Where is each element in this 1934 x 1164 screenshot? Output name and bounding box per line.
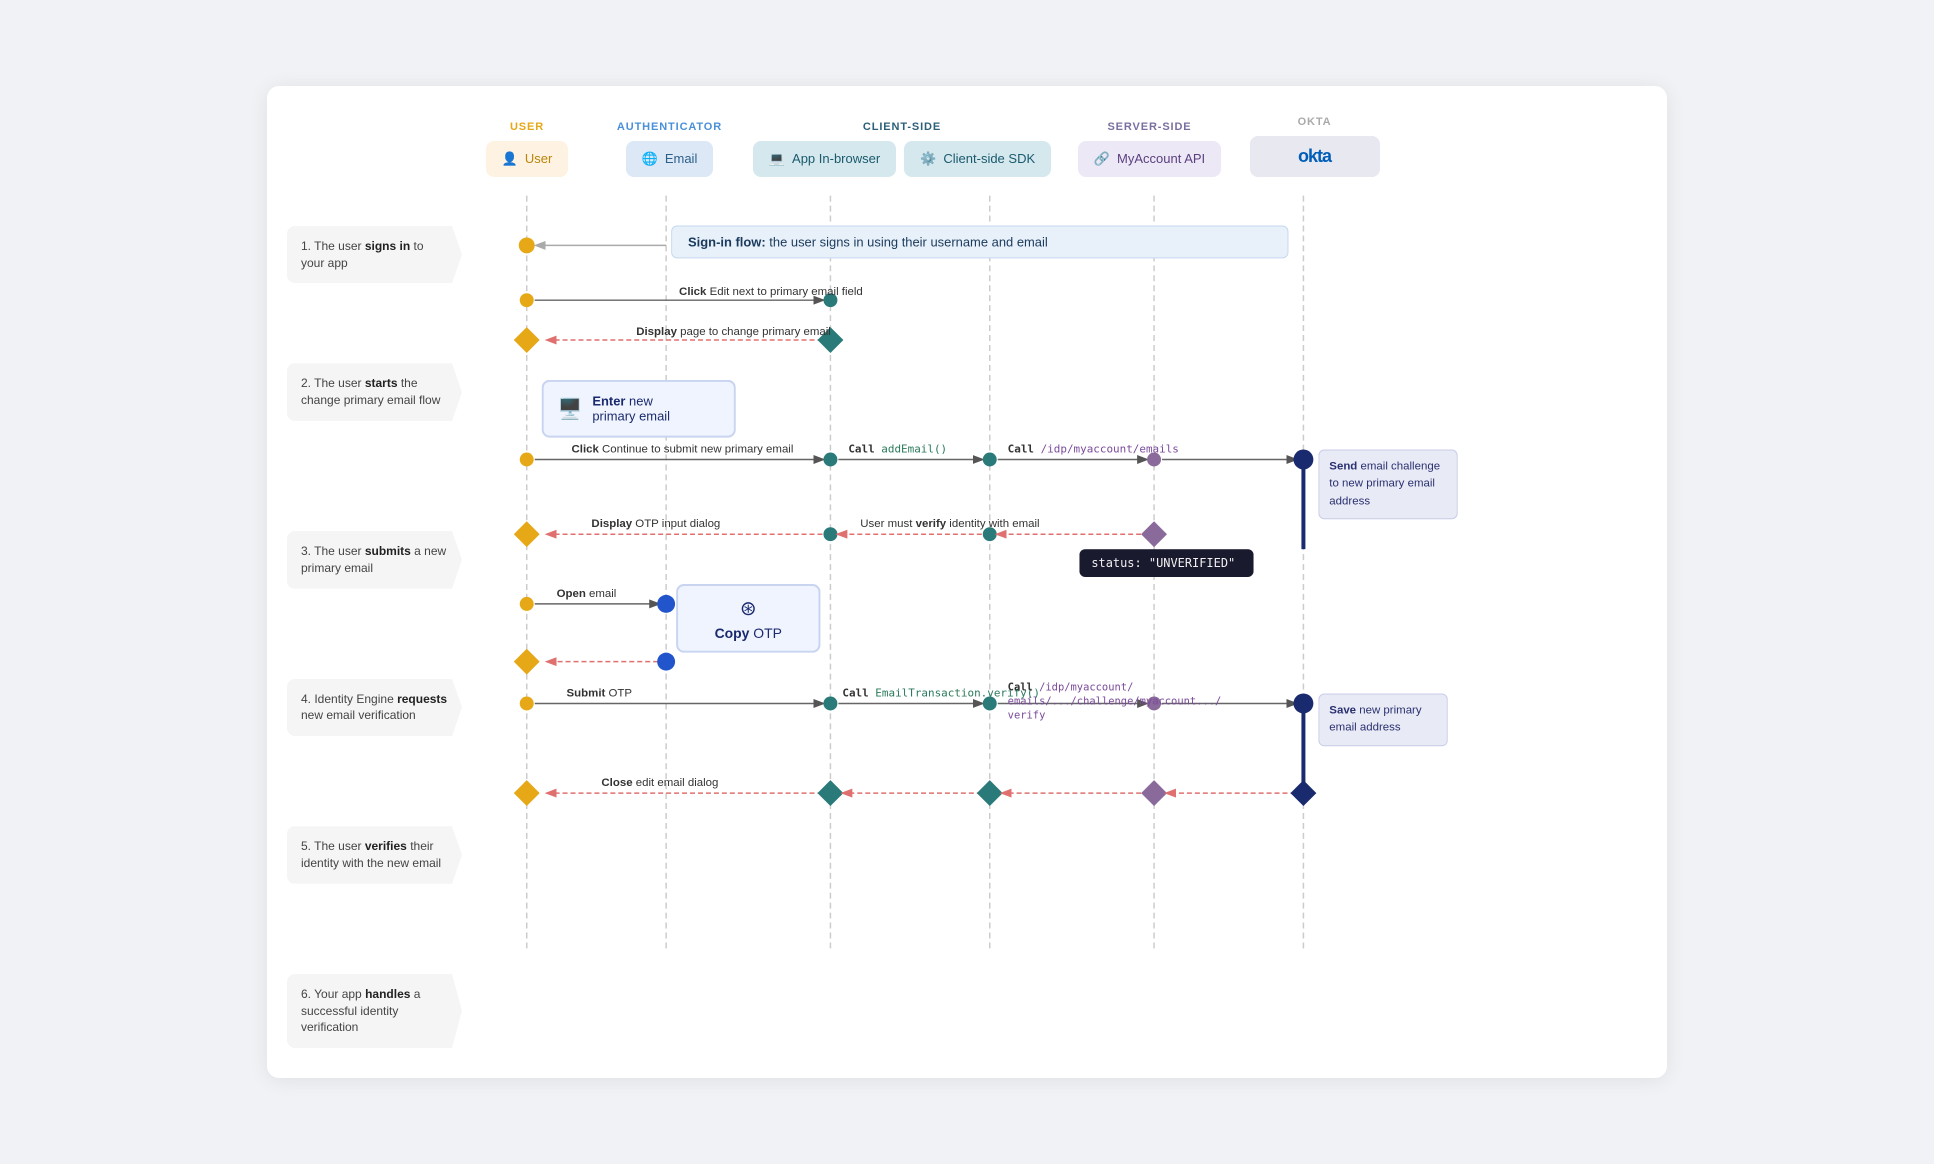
label-display-otp: Display OTP input dialog xyxy=(591,518,720,530)
sequence-diagram: Sign-in flow: the user signs in using th… xyxy=(462,189,1637,969)
col-box-user: 👤 User xyxy=(486,141,569,177)
label-challenge-verify-3: verify xyxy=(1008,709,1046,721)
label-addemail: Call addEmail() xyxy=(848,442,947,455)
api-icon: 🔗 xyxy=(1094,151,1110,167)
col-box-client-sdk: ⚙️ Client-side SDK xyxy=(904,141,1051,177)
label-open-email: Open email xyxy=(557,588,617,600)
label-challenge-verify-2: emails/.../challenge/myaccount.../ xyxy=(1008,695,1222,707)
col-box-okta: okta xyxy=(1250,136,1380,177)
node-sdk-4 xyxy=(983,452,997,466)
col-label-client: CLIENT-SIDE xyxy=(863,121,941,133)
diagram-main: USER 👤 User AUTHENTICATOR 🌐 Email CLIENT… xyxy=(462,116,1637,1048)
col-label-okta: OKTA xyxy=(1298,116,1332,128)
label-verify-identity: User must verify identity with email xyxy=(860,518,1039,530)
steps-sidebar: 1. The user signs in to your app 2. The … xyxy=(287,116,462,1048)
diamond-user-5 xyxy=(514,521,540,547)
col-okta: OKTA okta xyxy=(1242,116,1387,177)
node-auth-6 xyxy=(657,595,675,613)
signin-flow-box: Sign-in flow: the user signs in using th… xyxy=(671,225,1288,265)
email-icon: 🌐 xyxy=(642,151,658,167)
col-server: SERVER-SIDE 🔗 MyAccount API xyxy=(1057,121,1242,177)
node-app-4 xyxy=(823,452,837,466)
send-email-box: Send email challenge to new primary emai… xyxy=(1318,449,1457,539)
browser-icon: 💻 xyxy=(769,151,785,167)
diagram-container: 1. The user signs in to your app 2. The … xyxy=(267,86,1667,1078)
status-badge: status: "UNVERIFIED" xyxy=(1079,549,1253,584)
step-3: 3. The user submits a new primary email xyxy=(287,531,462,589)
step-6: 6. Your app handles a successful identit… xyxy=(287,974,462,1048)
col-label-user: USER xyxy=(510,121,544,133)
diamond-app-8 xyxy=(817,780,843,806)
col-box-client: 💻 App In-browser xyxy=(753,141,896,177)
user-icon: 👤 xyxy=(502,151,518,167)
diamond-okta-8 xyxy=(1290,780,1316,806)
diamond-sdk-8 xyxy=(977,780,1003,806)
node-user-1 xyxy=(519,237,535,253)
diamond-user-copy xyxy=(514,649,540,675)
node-auth-copy xyxy=(657,652,675,670)
label-display-page: Display page to change primary email xyxy=(636,326,831,338)
diamond-user-3 xyxy=(514,327,540,353)
col-label-auth: AUTHENTICATOR xyxy=(617,121,722,133)
label-close-dialog: Close edit email dialog xyxy=(601,777,718,789)
label-challenge-verify: Call /idp/myaccount/ xyxy=(1008,681,1134,693)
sdk-icon: ⚙️ xyxy=(920,151,936,167)
node-app-7 xyxy=(823,696,837,710)
step-2: 2. The user starts the change primary em… xyxy=(287,363,462,421)
label-click-continue: Click Continue to submit new primary ema… xyxy=(572,443,794,455)
col-client-group: CLIENT-SIDE 💻 App In-browser ⚙️ Client-s… xyxy=(747,121,1057,177)
diamond-user-8 xyxy=(514,780,540,806)
col-auth: AUTHENTICATOR 🌐 Email xyxy=(592,121,747,177)
node-user-2 xyxy=(520,293,534,307)
copy-otp-box: ⊛ Copy OTP xyxy=(676,584,820,654)
step-5: 5. The user verifies their identity with… xyxy=(287,826,462,884)
col-box-myaccount: 🔗 MyAccount API xyxy=(1078,141,1221,177)
label-idp-emails: Call /idp/myaccount/emails xyxy=(1008,442,1179,455)
node-user-6 xyxy=(520,597,534,611)
col-label-server: SERVER-SIDE xyxy=(1107,121,1191,133)
save-email-box: Save new primary email address xyxy=(1318,693,1447,773)
node-app-5 xyxy=(823,527,837,541)
label-submit-otp: Submit OTP xyxy=(567,687,633,699)
diamond-myaccount-5 xyxy=(1141,521,1167,547)
step-4: 4. Identity Engine requests new email ve… xyxy=(287,679,462,737)
col-box-auth: 🌐 Email xyxy=(626,141,714,177)
diamond-myaccount-8 xyxy=(1141,780,1167,806)
label-click-edit: Click Edit next to primary email field xyxy=(679,286,863,298)
col-user: USER 👤 User xyxy=(462,121,592,177)
node-user-4 xyxy=(520,452,534,466)
step-1: 1. The user signs in to your app xyxy=(287,226,462,284)
node-user-7 xyxy=(520,696,534,710)
